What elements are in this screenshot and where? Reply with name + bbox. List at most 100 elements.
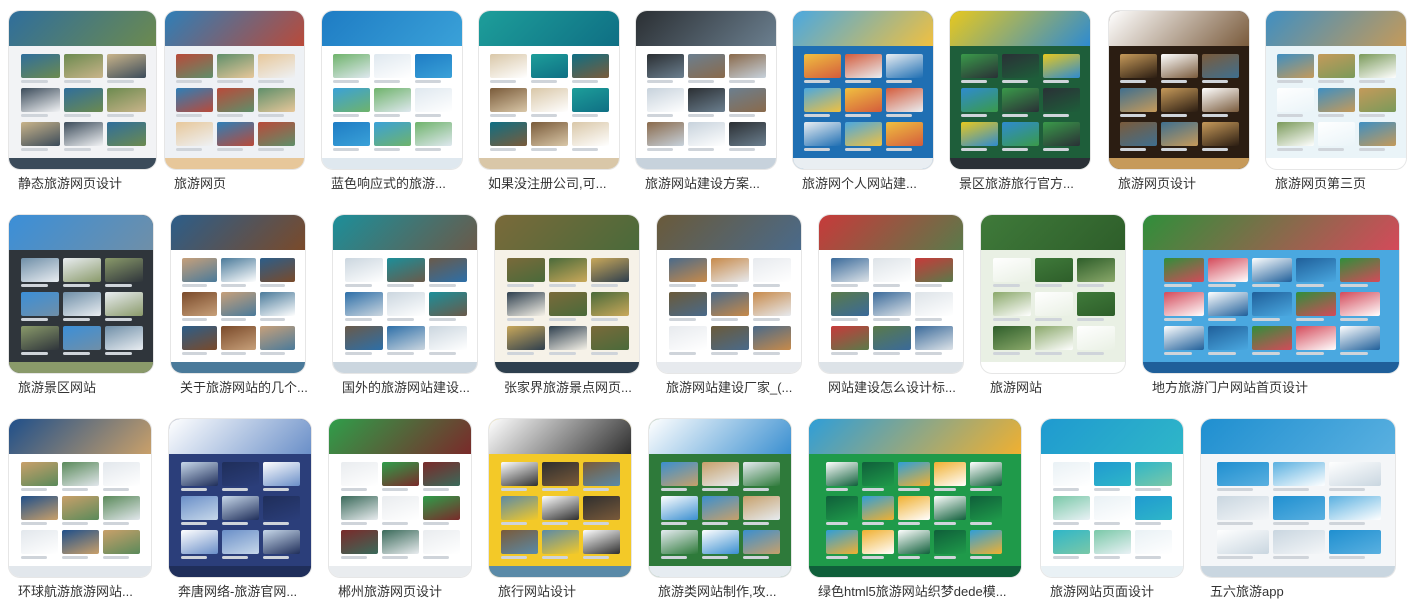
thumbnail-photo-tile [647,88,684,112]
result-caption[interactable]: 旅游网页设计 [1118,176,1270,192]
result-thumbnail[interactable] [8,10,157,170]
thumbnail-text-line [688,148,714,151]
result-thumbnail[interactable] [808,418,1022,578]
result-caption[interactable]: 国外的旅游网站建设... [342,380,498,396]
result-thumbnail[interactable] [1142,214,1400,374]
result-caption[interactable]: 绿色html5旅游网站织梦dede模... [818,584,1042,600]
thumbnail-text-line [501,488,527,491]
result-thumbnail[interactable] [980,214,1126,374]
thumbnail-photo-tile [970,462,1002,486]
thumbnail-text-line [1043,148,1069,151]
result-caption[interactable]: 旅游网页 [174,176,325,192]
thumbnail-text-line [873,352,900,355]
result-caption[interactable]: 如果没注册公司,可... [488,176,640,192]
result-card[interactable]: 五六旅游app [1200,418,1396,603]
result-thumbnail[interactable] [168,418,312,578]
thumbnail-text-line [1329,488,1365,491]
thumbnail-photo-tile [688,54,725,78]
result-caption[interactable]: 奔唐网络-旅游官网... [178,584,332,600]
result-caption[interactable]: 环球航游旅游网站... [18,584,172,600]
result-thumbnail[interactable] [170,214,306,374]
result-card[interactable]: 旅游网页设计 [1108,10,1250,196]
result-caption[interactable]: 静态旅游网页设计 [18,176,177,192]
result-caption[interactable]: 旅游网站页面设计 [1050,584,1204,600]
result-thumbnail[interactable] [1200,418,1396,578]
result-card[interactable]: 旅游网站建设方案... [635,10,777,196]
result-thumbnail[interactable] [1040,418,1184,578]
thumbnail-text-line [507,284,534,287]
result-card[interactable]: 旅游景区网站 [8,214,154,400]
result-caption[interactable]: 旅游网页第三页 [1275,176,1408,192]
thumbnail-text-line [222,488,248,491]
result-card[interactable]: 旅游网页第三页 [1265,10,1407,196]
result-caption[interactable]: 郴州旅游网页设计 [338,584,492,600]
result-caption[interactable]: 关于旅游网站的几个... [180,380,326,396]
result-thumbnail[interactable] [1265,10,1407,170]
result-thumbnail[interactable] [1108,10,1250,170]
result-card[interactable]: 旅游网个人网站建... [792,10,934,196]
result-caption[interactable]: 旅游类网站制作,攻... [658,584,812,600]
result-card[interactable]: 国外的旅游网站建设... [332,214,478,400]
result-card[interactable]: 张家界旅游景点网页... [494,214,640,400]
result-card[interactable]: 郴州旅游网页设计 [328,418,472,603]
result-caption[interactable]: 张家界旅游景点网页... [504,380,660,396]
result-caption[interactable]: 旅游网站建设厂家_(... [666,380,822,396]
result-thumbnail[interactable] [818,214,964,374]
result-thumbnail[interactable] [488,418,632,578]
result-caption[interactable]: 网站建设怎么设计标... [828,380,984,396]
result-thumbnail[interactable] [321,10,463,170]
result-card[interactable]: 地方旅游门户网站首页设计 [1142,214,1400,400]
result-thumbnail[interactable] [478,10,620,170]
result-thumbnail[interactable] [164,10,305,170]
result-card[interactable]: 绿色html5旅游网站织梦dede模... [808,418,1022,603]
thumbnail-text-line [1043,80,1069,83]
result-caption[interactable]: 蓝色响应式的旅游... [331,176,483,192]
result-thumbnail[interactable] [8,214,154,374]
result-card[interactable]: 旅游网页 [164,10,305,196]
result-thumbnail[interactable] [648,418,792,578]
thumbnail-photo-tile [886,122,923,146]
result-thumbnail[interactable] [328,418,472,578]
result-thumbnail[interactable] [792,10,934,170]
result-thumbnail[interactable] [635,10,777,170]
result-card[interactable]: 旅行网站设计 [488,418,632,603]
result-caption[interactable]: 地方旅游门户网站首页设计 [1152,380,1408,396]
result-card[interactable]: 蓝色响应式的旅游... [321,10,463,196]
result-caption[interactable]: 旅游网站建设方案... [645,176,797,192]
thumbnail-text-line [961,114,987,117]
thumbnail-text-line [1202,148,1228,151]
thumbnail-header-band [1041,419,1183,454]
result-card[interactable]: 旅游网站建设厂家_(... [656,214,802,400]
result-caption[interactable]: 五六旅游app [1210,584,1408,600]
result-card[interactable]: 网站建设怎么设计标... [818,214,964,400]
result-card[interactable]: 旅游网站页面设计 [1040,418,1184,603]
thumbnail-text-line [572,148,598,151]
result-caption[interactable]: 旅游网个人网站建... [802,176,954,192]
result-card[interactable]: 旅游网站 [980,214,1126,400]
thumbnail-text-line [549,352,576,355]
thumbnail-text-line [21,522,47,525]
result-card[interactable]: 环球航游旅游网站... [8,418,152,603]
result-card[interactable]: 旅游类网站制作,攻... [648,418,792,603]
thumbnail-text-line [1217,522,1253,525]
result-card[interactable]: 关于旅游网站的几个... [170,214,308,400]
result-thumbnail[interactable] [8,418,152,578]
result-thumbnail[interactable] [332,214,478,374]
result-card[interactable]: 静态旅游网页设计 [8,10,157,196]
thumbnail-photo-tile [1340,326,1380,350]
result-card[interactable]: 奔唐网络-旅游官网... [168,418,312,603]
result-card[interactable]: 如果没注册公司,可... [478,10,620,196]
thumbnail-text-line [1273,556,1309,559]
thumbnail-text-line [258,80,284,83]
thumbnail-photo-tile [182,292,217,316]
thumbnail-photo-tile [743,530,780,554]
result-caption[interactable]: 旅行网站设计 [498,584,652,600]
thumbnail-photo-tile [753,258,791,282]
result-caption[interactable]: 旅游景区网站 [18,380,174,396]
result-thumbnail[interactable] [949,10,1091,170]
result-card[interactable]: 景区旅游旅行官方... [949,10,1091,196]
result-caption[interactable]: 景区旅游旅行官方... [959,176,1111,192]
result-thumbnail[interactable] [656,214,802,374]
result-caption[interactable]: 旅游网站 [990,380,1146,396]
result-thumbnail[interactable] [494,214,640,374]
